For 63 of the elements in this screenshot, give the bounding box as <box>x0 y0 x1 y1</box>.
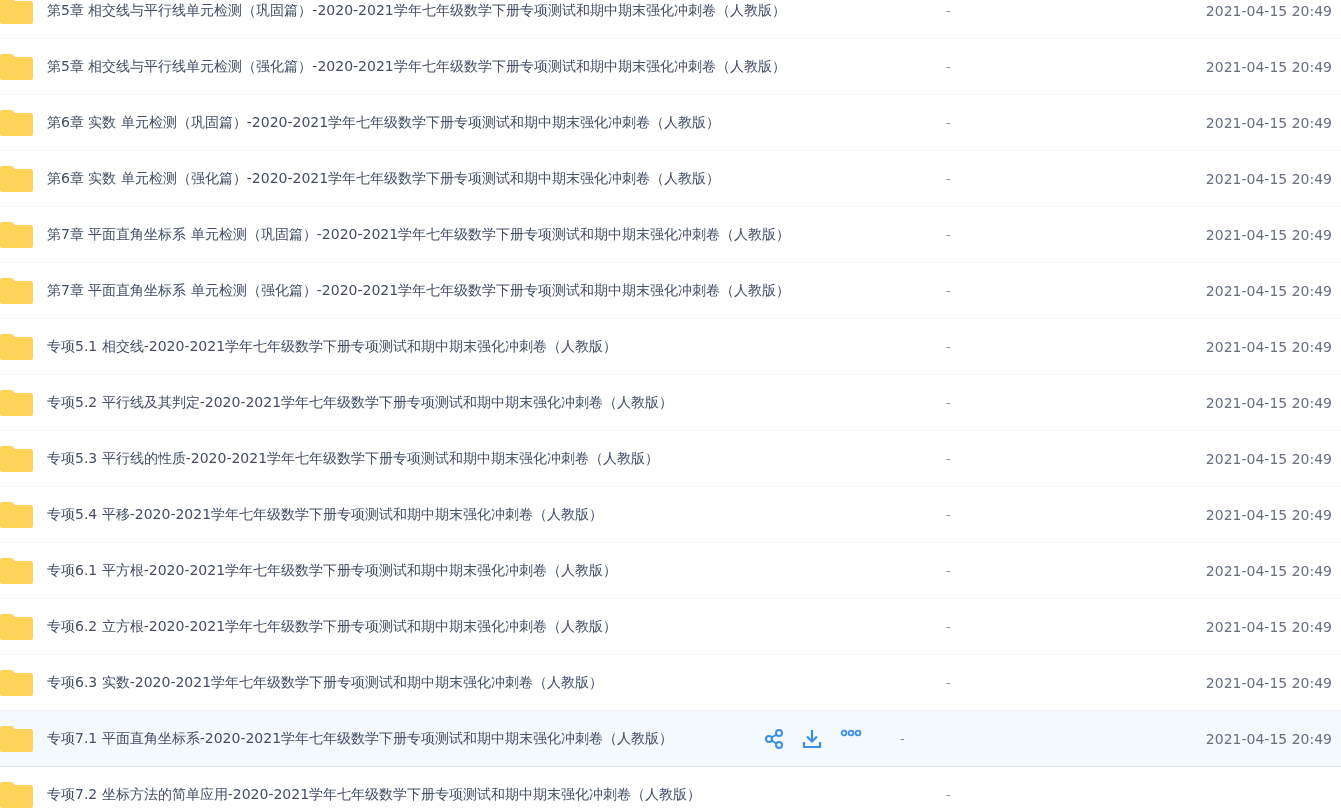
file-name: 专项6.1 平方根-2020-2021学年七年级数学下册专项测试和期中期末强化冲刺卷（人教版） <box>46 561 618 580</box>
modified-date: 2021-04-15 20:49 <box>1205 2 1332 19</box>
file-name: 第6章 实数 单元检测（巩固篇）-2020-2021学年七年级数学下册专项测试和期中期末强化冲刺卷（人教版） <box>46 113 721 132</box>
modified-date: 2021-04-15 20:49 <box>1205 674 1332 691</box>
file-name: 专项6.2 立方根-2020-2021学年七年级数学下册专项测试和期中期末强化冲刺卷（人教版） <box>46 617 618 636</box>
modified-date: 2021-04-15 20:49 <box>1205 618 1332 635</box>
file-size: - <box>946 339 951 354</box>
modified-date: 2021-04-15 20:49 <box>1205 562 1332 579</box>
folder-icon <box>0 781 34 808</box>
file-size: - <box>946 283 951 298</box>
file-name: 专项5.2 平行线及其判定-2020-2021学年七年级数学下册专项测试和期中期末强化冲刺卷（人教版） <box>46 393 674 412</box>
file-size: - <box>900 731 905 746</box>
file-size: - <box>946 675 951 690</box>
file-name: 第5章 相交线与平行线单元检测（巩固篇）-2020-2021学年七年级数学下册专项测试和期中期末强化冲刺卷（人教版） <box>46 1 786 20</box>
folder-icon <box>0 53 34 80</box>
file-size: - <box>946 3 951 18</box>
file-size: - <box>946 227 951 242</box>
modified-date: 2021-04-15 20:49 <box>1205 170 1332 187</box>
modified-date: 2021-04-15 20:49 <box>1205 338 1332 355</box>
file-name: 专项5.1 相交线-2020-2021学年七年级数学下册专项测试和期中期末强化冲刺卷（人教版） <box>46 337 618 356</box>
file-size: - <box>946 507 951 522</box>
folder-icon <box>0 445 34 472</box>
modified-date: 2021-04-15 20:49 <box>1205 58 1332 75</box>
file-name: 专项6.3 实数-2020-2021学年七年级数学下册专项测试和期中期末强化冲刺卷（人教版） <box>46 673 604 692</box>
file-size: - <box>946 787 951 802</box>
file-size: - <box>946 451 951 466</box>
file-name: 专项7.1 平面直角坐标系-2020-2021学年七年级数学下册专项测试和期中期末强化冲刺卷（人教版） <box>46 729 674 748</box>
file-size: - <box>946 619 951 634</box>
modified-date: 2021-04-15 20:49 <box>1205 226 1332 243</box>
modified-date: 2021-04-15 20:49 <box>1205 506 1332 523</box>
file-name: 第7章 平面直角坐标系 单元检测（强化篇）-2020-2021学年七年级数学下册专项测试和期中期末强化冲刺卷（人教版） <box>46 281 791 300</box>
file-size: - <box>946 59 951 74</box>
file-row[interactable]: 专项7.1 平面直角坐标系-2020-2021学年七年级数学下册专项测试和期中期末强化冲刺卷（人教版） - 2021-04-15 20:49 <box>0 711 1341 767</box>
modified-date: 2021-04-15 20:49 <box>1205 450 1332 467</box>
share-icon[interactable] <box>764 728 784 749</box>
modified-date: 2021-04-15 20:49 <box>1205 282 1332 299</box>
modified-date: 2021-04-15 20:49 <box>1205 114 1332 131</box>
file-size: - <box>946 115 951 130</box>
folder-icon <box>0 725 34 752</box>
modified-date: 2021-04-15 20:49 <box>1205 394 1332 411</box>
file-name: 专项5.3 平行线的性质-2020-2021学年七年级数学下册专项测试和期中期末强化冲刺卷（人教版） <box>46 449 660 468</box>
folder-icon <box>0 389 34 416</box>
file-size: - <box>946 395 951 410</box>
file-name: 第6章 实数 单元检测（强化篇）-2020-2021学年七年级数学下册专项测试和期中期末强化冲刺卷（人教版） <box>46 169 721 188</box>
download-icon[interactable] <box>802 728 822 749</box>
folder-icon <box>0 333 34 360</box>
folder-icon <box>0 501 34 528</box>
file-name: 专项7.2 坐标方法的简单应用-2020-2021学年七年级数学下册专项测试和期中期末强化冲刺卷（人教版） <box>46 785 702 804</box>
file-size: - <box>946 563 951 578</box>
folder-icon <box>0 669 34 696</box>
folder-icon <box>0 277 34 304</box>
modified-date: 2021-04-15 20:49 <box>1205 730 1332 747</box>
folder-icon <box>0 221 34 248</box>
folder-icon <box>0 613 34 640</box>
file-name: 专项5.4 平移-2020-2021学年七年级数学下册专项测试和期中期末强化冲刺卷（人教版） <box>46 505 604 524</box>
folder-icon <box>0 109 34 136</box>
file-name: 第7章 平面直角坐标系 单元检测（巩固篇）-2020-2021学年七年级数学下册专项测试和期中期末强化冲刺卷（人教版） <box>46 225 791 244</box>
folder-icon <box>0 165 34 192</box>
folder-icon <box>0 0 34 24</box>
file-size: - <box>946 171 951 186</box>
folder-icon <box>0 557 34 584</box>
file-name: 第5章 相交线与平行线单元检测（强化篇）-2020-2021学年七年级数学下册专项测试和期中期末强化冲刺卷（人教版） <box>46 57 786 76</box>
file-row[interactable]: 第5章 相交线与平行线单元检测（巩固篇）-2020-2021学年七年级数学下册专项测试和期中期末强化冲刺卷（人教版） - 2021-04-15 20:49 <box>0 0 1341 39</box>
